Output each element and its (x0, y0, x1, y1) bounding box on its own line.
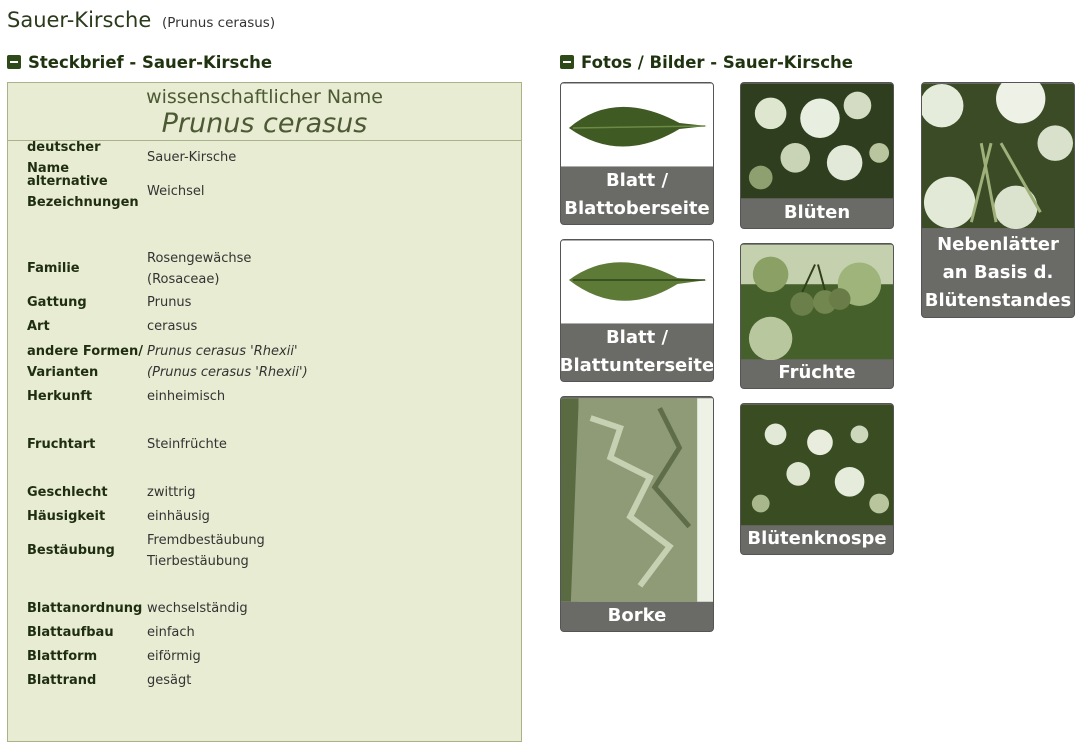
fact-value: Weichsel (147, 184, 205, 200)
fact-key: Blattaufbau (27, 625, 114, 641)
leaf-top-image (561, 83, 713, 167)
photo-tile-bud[interactable]: Blütenknospe (740, 403, 894, 555)
fact-row: alternative Bezeichnungen Weichsel (27, 169, 507, 215)
photo-caption: Blütenknospe (747, 528, 887, 549)
page-title-text: Sauer-Kirsche (7, 8, 152, 32)
profile-heading: Steckbrief - Sauer-Kirsche (28, 52, 273, 72)
pollination-value: Tierbestäubung (147, 554, 249, 569)
fact-row: Häusigkeit einhäusig (27, 505, 507, 529)
fact-row: Blattaufbau einfach (27, 621, 507, 645)
fact-row: Bestäubung Fremdbestäubung Tierbestäubun… (27, 529, 507, 573)
photo-tile-stipules[interactable]: Nebenlätter an Basis d. Blütenstandes (921, 82, 1075, 318)
fact-row: Blattrand gesägt (27, 669, 507, 693)
fact-row: Geschlecht zwittrig (27, 481, 507, 505)
profile-section-header[interactable]: Steckbrief - Sauer-Kirsche (7, 51, 272, 73)
variant-value: Prunus cerasus 'Rhexii' (147, 343, 298, 359)
collapse-icon[interactable] (560, 55, 574, 69)
page-title-scientific: (Prunus cerasus) (161, 15, 276, 31)
fact-row: Blattform eiförmig (27, 645, 507, 669)
fact-row: Fruchtart Steinfrüchte (27, 433, 507, 457)
fact-row: Gattung Prunus (27, 291, 507, 315)
photo-tile-leaf-bottom[interactable]: Blatt / Blattunterseite (560, 239, 714, 382)
photo-caption: Früchte (778, 362, 856, 383)
stipules-image (922, 83, 1074, 229)
fact-value: Steinfrüchte (147, 437, 227, 453)
fact-key: Herkunft (27, 389, 93, 405)
fact-key: Häusigkeit (27, 509, 106, 525)
photo-caption: Blüten (783, 202, 851, 223)
fact-value: einfach (147, 625, 195, 641)
fact-value: einheimisch (147, 389, 226, 405)
fact-key: Blattanordnung (27, 601, 143, 617)
fact-value-group: Prunus cerasus 'Rhexii' (Prunus cerasus … (147, 339, 507, 385)
fact-row: Blattanordnung wechselständig (27, 597, 507, 621)
fact-row: Familie Rosengewächse (Rosaceae) (27, 247, 507, 291)
scientific-name-box: wissenschaftlicher Name Prunus cerasus (8, 83, 521, 141)
photo-caption: Blatt / Blattoberseite (564, 170, 710, 219)
fact-key: Blattrand (27, 673, 97, 689)
fact-value: einhäusig (147, 509, 210, 525)
fact-key: alternative Bezeichnungen (27, 173, 139, 211)
photo-tile-leaf-top[interactable]: Blatt / Blattoberseite (560, 82, 714, 225)
fact-value: eiförmig (147, 649, 201, 665)
pollination-value: Fremdbestäubung (147, 532, 265, 548)
fact-key: Art (27, 319, 50, 335)
fact-value: Rosengewächse (Rosaceae) (147, 250, 252, 288)
photo-caption: Blatt / Blattunterseite (560, 327, 714, 376)
bud-image (741, 404, 893, 526)
fact-value: cerasus (147, 319, 198, 335)
fact-table: deutscher Name Sauer-Kirsche alternative… (27, 139, 507, 693)
fact-value: gesägt (147, 673, 192, 689)
fact-key: Gattung (27, 295, 87, 311)
fact-value: Sauer-Kirsche (147, 150, 237, 166)
fact-key: Bestäubung (27, 543, 115, 559)
photo-tile-blossoms[interactable]: Blüten (740, 82, 894, 229)
scientific-name: Prunus cerasus (161, 108, 368, 139)
photo-tile-bark[interactable]: Borke (560, 396, 714, 632)
fact-value-group: Fremdbestäubung Tierbestäubung (147, 529, 507, 573)
fact-key: andere Formen/ Varianten (27, 343, 143, 381)
bark-image (561, 398, 713, 602)
scientific-name-label: wissenschaftlicher Name (146, 86, 383, 108)
fact-row: andere Formen/ Varianten Prunus cerasus … (27, 339, 507, 385)
blossom-image (741, 83, 893, 199)
fact-value: Prunus (147, 295, 192, 311)
fact-value: zwittrig (147, 485, 196, 501)
fact-row: deutscher Name Sauer-Kirsche (27, 139, 507, 177)
page-title: Sauer-Kirsche (Prunus cerasus) (7, 8, 275, 32)
fact-value: wechselständig (147, 601, 248, 617)
photo-caption: Nebenlätter an Basis d. Blütenstandes (924, 234, 1072, 311)
collapse-icon[interactable] (7, 55, 21, 69)
profile-panel: wissenschaftlicher Name Prunus cerasus d… (7, 82, 522, 742)
fact-key: Geschlecht (27, 485, 108, 501)
cherries-image (741, 244, 893, 360)
leaf-bottom-image (561, 240, 713, 324)
variant-value: (Prunus cerasus 'Rhexii') (147, 365, 308, 380)
fact-key: deutscher Name (27, 139, 101, 177)
photo-caption: Borke (607, 605, 667, 626)
gallery-heading: Fotos / Bilder - Sauer-Kirsche (581, 52, 853, 72)
fact-row: Herkunft einheimisch (27, 385, 507, 409)
fact-key: Familie (27, 261, 80, 277)
photo-tile-fruits[interactable]: Früchte (740, 243, 894, 389)
gallery-section-header[interactable]: Fotos / Bilder - Sauer-Kirsche (560, 51, 853, 73)
fact-key: Fruchtart (27, 437, 96, 453)
fact-row: Art cerasus (27, 315, 507, 339)
fact-key: Blattform (27, 649, 98, 665)
